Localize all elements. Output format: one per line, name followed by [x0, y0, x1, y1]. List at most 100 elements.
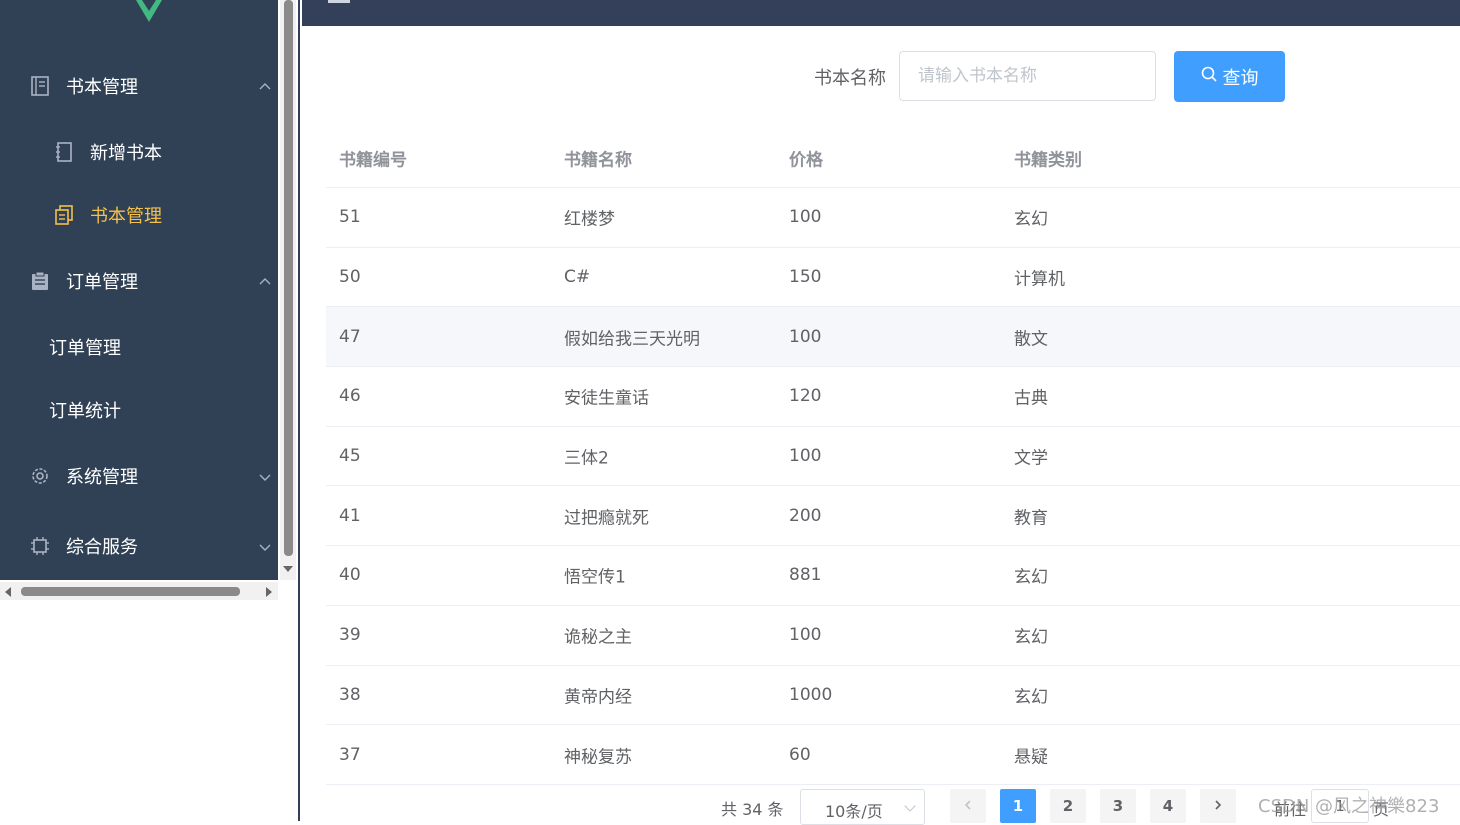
table-row[interactable]: 51 红楼梦 100 玄幻: [326, 188, 1460, 248]
cell-price: 60: [789, 744, 811, 765]
cell-category: 玄幻: [1014, 209, 1048, 230]
table-row[interactable]: 40 悟空传1 881 玄幻: [326, 546, 1460, 606]
cell-book-id: 41: [339, 505, 361, 526]
sidebar-horizontal-scroll-thumb[interactable]: [21, 587, 240, 596]
cell-book-name: 黄帝内经: [564, 687, 632, 708]
cell-price: 1000: [789, 684, 833, 705]
cell-book-name: C#: [564, 267, 591, 288]
header-price[interactable]: 价格: [789, 145, 823, 170]
cell-book-name: 悟空传1: [564, 567, 626, 588]
gear-icon: [30, 466, 50, 486]
notebook-icon: [54, 142, 74, 162]
chevron-down-icon: [258, 538, 272, 552]
header-book-name[interactable]: 书籍名称: [564, 145, 632, 170]
book-table: 书籍编号 书籍名称 价格 书籍类别 51 红楼梦 100 玄幻 50 C# 15…: [326, 128, 1460, 785]
menu-book-management[interactable]: 书本管理: [0, 58, 278, 114]
menu-add-book[interactable]: 新增书本: [0, 124, 278, 180]
menu-label: 综合服务: [66, 537, 138, 558]
menu-order-list[interactable]: 订单管理: [0, 319, 278, 375]
chevron-down-icon: [258, 468, 272, 482]
watermark: CSDN @风之神樂823: [1258, 796, 1440, 817]
search-button[interactable]: 查询: [1174, 51, 1285, 102]
cpu-icon: [30, 536, 50, 556]
cell-book-id: 47: [339, 326, 361, 347]
scroll-down-arrow-icon[interactable]: [283, 566, 293, 572]
cell-book-name: 假如给我三天光明: [564, 329, 700, 350]
search-input[interactable]: [899, 51, 1156, 101]
cell-category: 悬疑: [1014, 747, 1048, 768]
chevron-down-icon: [904, 800, 916, 812]
chevron-left-icon: [962, 797, 974, 815]
cell-book-id: 39: [339, 625, 361, 646]
table-row[interactable]: 45 三体2 100 文学: [326, 427, 1460, 487]
cell-book-name: 安徒生童话: [564, 388, 649, 409]
cell-category: 教育: [1014, 508, 1048, 529]
page-button-2[interactable]: 2: [1050, 789, 1086, 823]
cell-price: 150: [789, 267, 822, 288]
chevron-right-icon: [1212, 797, 1224, 815]
hamburger-icon[interactable]: [328, 0, 350, 3]
menu-integrated-services[interactable]: 综合服务: [0, 518, 278, 574]
menu-book-list[interactable]: 书本管理: [0, 187, 278, 243]
cell-category: 古典: [1014, 388, 1048, 409]
sidebar-region: 书本管理 新增书本 书本管理 订单管理 订单管理 订单统计 系统管理 综合服务: [0, 0, 300, 821]
table-row[interactable]: 47 假如给我三天光明 100 散文: [326, 307, 1460, 368]
page-size-select[interactable]: 10条/页: [800, 789, 925, 825]
cell-price: 100: [789, 446, 822, 467]
cell-book-id: 45: [339, 446, 361, 467]
cell-category: 计算机: [1014, 269, 1065, 290]
cell-book-id: 51: [339, 207, 361, 228]
table-row[interactable]: 39 诡秘之主 100 玄幻: [326, 606, 1460, 666]
table-row[interactable]: 50 C# 150 计算机: [326, 248, 1460, 308]
cell-category: 散文: [1014, 329, 1048, 350]
cell-book-name: 三体2: [564, 448, 609, 469]
menu-order-management[interactable]: 订单管理: [0, 253, 278, 309]
cell-book-id: 40: [339, 565, 361, 586]
cell-category: 文学: [1014, 448, 1048, 469]
menu-label: 订单管理: [66, 272, 138, 293]
menu-system-management[interactable]: 系统管理: [0, 448, 278, 504]
menu-label: 订单管理: [49, 338, 121, 359]
cell-book-name: 红楼梦: [564, 209, 615, 230]
menu-label: 新增书本: [90, 143, 162, 164]
table-row[interactable]: 37 神秘复苏 60 悬疑: [326, 725, 1460, 785]
page-size-value: 10条/页: [825, 802, 883, 821]
scroll-right-arrow-icon[interactable]: [266, 587, 272, 597]
sidebar: 书本管理 新增书本 书本管理 订单管理 订单管理 订单统计 系统管理 综合服务: [0, 0, 278, 580]
menu-label: 书本管理: [90, 206, 162, 227]
search-label: 书本名称: [814, 68, 886, 89]
chevron-up-icon: [258, 78, 272, 92]
table-row[interactable]: 46 安徒生童话 120 古典: [326, 367, 1460, 427]
cell-category: 玄幻: [1014, 627, 1048, 648]
cell-book-id: 38: [339, 684, 361, 705]
chevron-up-icon: [258, 273, 272, 287]
cell-category: 玄幻: [1014, 687, 1048, 708]
cell-price: 200: [789, 505, 822, 526]
next-page-button[interactable]: [1200, 789, 1236, 823]
page-button-4[interactable]: 4: [1150, 789, 1186, 823]
cell-book-id: 46: [339, 386, 361, 407]
cell-price: 120: [789, 386, 822, 407]
table-row[interactable]: 41 过把瘾就死 200 教育: [326, 486, 1460, 547]
pagination: 共 34 条 10条/页 1 2 3 4 前往 页: [0, 786, 1460, 825]
menu-label: 订单统计: [49, 401, 121, 422]
top-navbar: [302, 0, 1460, 26]
table-row[interactable]: 38 黄帝内经 1000 玄幻: [326, 666, 1460, 726]
header-category[interactable]: 书籍类别: [1014, 145, 1082, 170]
header-book-id[interactable]: 书籍编号: [339, 145, 407, 170]
pagination-total: 共 34 条: [721, 800, 784, 819]
cell-price: 100: [789, 207, 822, 228]
menu-label: 系统管理: [66, 467, 138, 488]
cell-category: 玄幻: [1014, 567, 1048, 588]
page-button-1[interactable]: 1: [1000, 789, 1036, 823]
menu-order-stats[interactable]: 订单统计: [0, 382, 278, 438]
page-button-3[interactable]: 3: [1100, 789, 1136, 823]
clipboard-icon: [30, 271, 50, 291]
cell-book-name: 过把瘾就死: [564, 508, 649, 529]
cell-price: 100: [789, 326, 822, 347]
scroll-left-arrow-icon[interactable]: [5, 587, 11, 597]
prev-page-button[interactable]: [950, 789, 986, 823]
search-button-label: 查询: [1222, 67, 1259, 89]
book-icon: [30, 76, 50, 96]
sidebar-vertical-scroll-thumb[interactable]: [284, 0, 293, 556]
